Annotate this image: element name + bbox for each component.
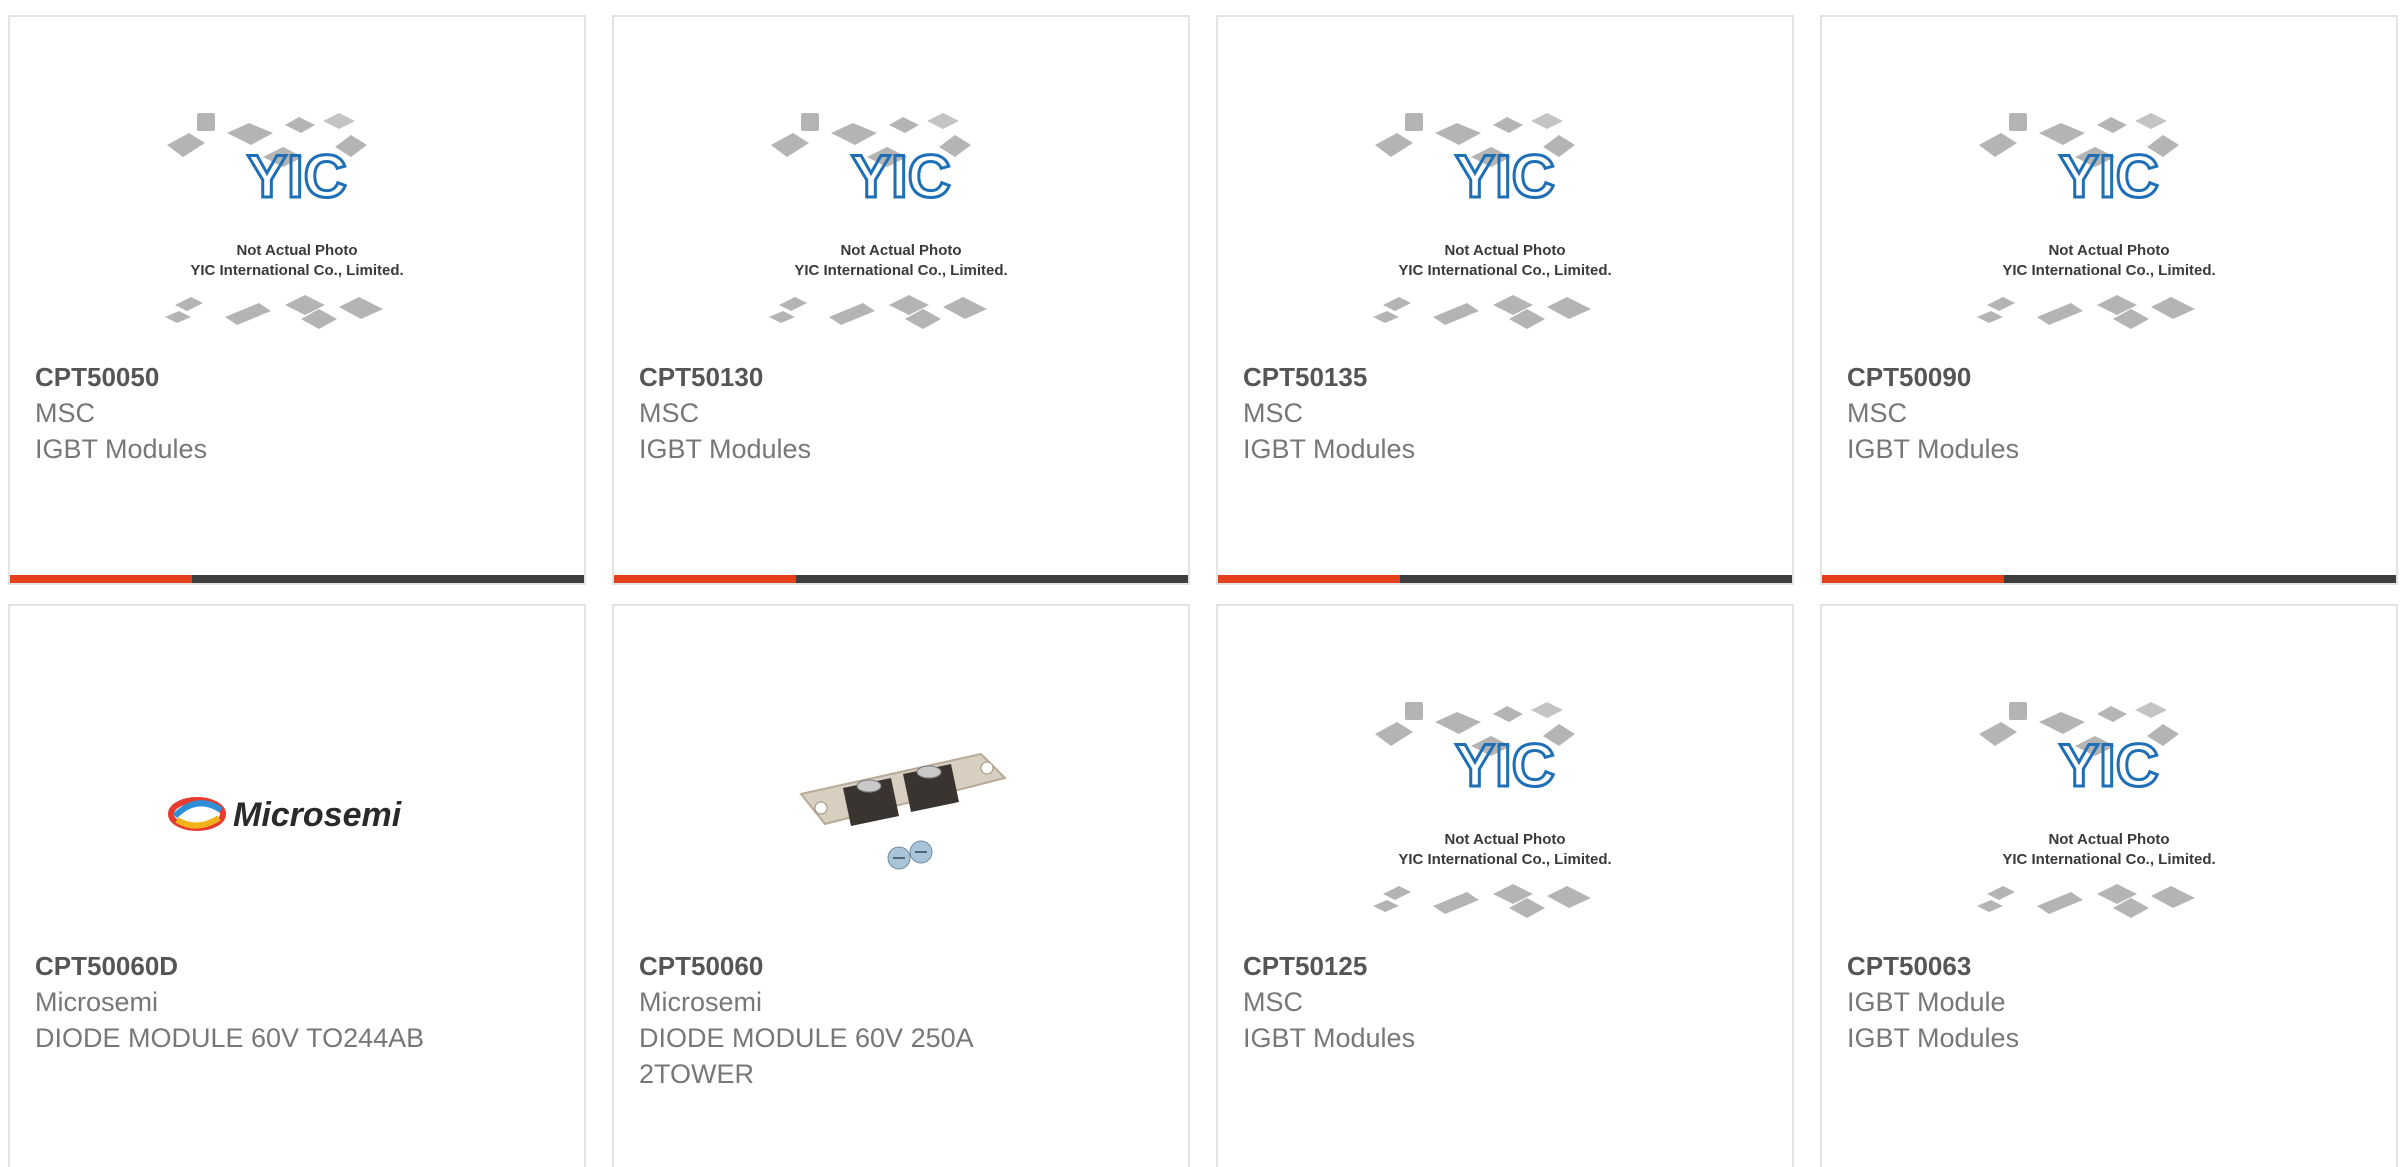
microsemi-logo: Microsemi <box>168 796 403 834</box>
placeholder-image: YIC Not Actual Photo YIC International C… <box>1373 112 1612 329</box>
part-number[interactable]: CPT50130 <box>639 359 1168 395</box>
product-image[interactable]: YIC Not Actual Photo YIC International C… <box>1822 87 2396 362</box>
yic-logo: YIC <box>1455 143 1555 210</box>
manufacturer: MSC <box>35 398 95 428</box>
manufacturer: MSC <box>639 398 699 428</box>
product-image[interactable]: YIC Not Actual Photo YIC International C… <box>1822 676 2396 951</box>
description: IGBT Modules <box>1243 434 1416 464</box>
yic-logo: YIC <box>1455 732 1555 799</box>
placeholder-caption-line2: YIC International Co., Limited. <box>2002 851 2215 868</box>
placeholder-caption-line1: Not Actual Photo <box>840 242 961 259</box>
description: DIODE MODULE 60V TO244AB <box>35 1023 425 1053</box>
placeholder-caption-line1: Not Actual Photo <box>1444 242 1565 259</box>
part-number[interactable]: CPT50125 <box>1243 948 1772 984</box>
product-card[interactable]: YIC Not Actual Photo YIC International C… <box>612 15 1190 585</box>
manufacturer: MSC <box>1243 987 1303 1017</box>
placeholder-caption-line1: Not Actual Photo <box>2048 242 2169 259</box>
product-info: CPT50060D Microsemi DIODE MODULE 60V TO2… <box>35 948 564 1056</box>
placeholder-caption-line2: YIC International Co., Limited. <box>794 262 1007 279</box>
product-info: CPT50090 MSC IGBT Modules <box>1847 359 2376 467</box>
card-bottom-bar <box>1218 575 1792 583</box>
diode-module-photo <box>799 752 1007 869</box>
product-image[interactable]: Microsemi <box>10 676 584 951</box>
description: DIODE MODULE 60V 250A 2TOWER <box>639 1023 973 1089</box>
product-grid: YIC Not Actual Photo YIC International C… <box>0 0 2400 1167</box>
product-card[interactable]: YIC Not Actual Photo YIC International C… <box>1820 604 2398 1167</box>
product-card[interactable]: YIC Not Actual Photo YIC International C… <box>1216 604 1794 1167</box>
placeholder-caption-line2: YIC International Co., Limited. <box>2002 262 2215 279</box>
description: IGBT Modules <box>1847 1023 2020 1053</box>
yic-logo: YIC <box>247 143 347 210</box>
product-info: CPT50135 MSC IGBT Modules <box>1243 359 1772 467</box>
manufacturer: MSC <box>1847 398 1907 428</box>
placeholder-image: YIC Not Actual Photo YIC International C… <box>165 112 404 329</box>
part-number[interactable]: CPT50050 <box>35 359 564 395</box>
placeholder-image: YIC Not Actual Photo YIC International C… <box>1373 701 1612 918</box>
placeholder-caption-line2: YIC International Co., Limited. <box>1398 851 1611 868</box>
description: IGBT Modules <box>35 434 208 464</box>
yic-logo: YIC <box>851 143 951 210</box>
part-number[interactable]: CPT50060 <box>639 948 1168 984</box>
product-card[interactable]: YIC Not Actual Photo YIC International C… <box>8 15 586 585</box>
placeholder-image: YIC Not Actual Photo YIC International C… <box>769 112 1008 329</box>
card-accent-bar <box>10 575 192 583</box>
description: IGBT Modules <box>1847 434 2020 464</box>
placeholder-caption-line1: Not Actual Photo <box>1444 831 1565 848</box>
card-bottom-bar <box>10 575 584 583</box>
product-card[interactable]: YIC Not Actual Photo YIC International C… <box>1216 15 1794 585</box>
product-image[interactable]: YIC Not Actual Photo YIC International C… <box>1218 87 1792 362</box>
placeholder-caption-line2: YIC International Co., Limited. <box>190 262 403 279</box>
yic-logo: YIC <box>2059 732 2159 799</box>
manufacturer: IGBT Module <box>1847 987 2006 1017</box>
part-number[interactable]: CPT50135 <box>1243 359 1772 395</box>
part-number[interactable]: CPT50063 <box>1847 948 2376 984</box>
description: IGBT Modules <box>1243 1023 1416 1053</box>
product-info: CPT50060 Microsemi DIODE MODULE 60V 250A… <box>639 948 1168 1092</box>
manufacturer: Microsemi <box>639 987 763 1017</box>
card-accent-bar <box>614 575 796 583</box>
description: IGBT Modules <box>639 434 812 464</box>
manufacturer: Microsemi <box>35 987 159 1017</box>
product-info: CPT50050 MSC IGBT Modules <box>35 359 564 467</box>
part-number[interactable]: CPT50090 <box>1847 359 2376 395</box>
placeholder-image: YIC Not Actual Photo YIC International C… <box>1977 112 2216 329</box>
placeholder-caption-line2: YIC International Co., Limited. <box>1398 262 1611 279</box>
product-image[interactable]: YIC Not Actual Photo YIC International C… <box>1218 676 1792 951</box>
product-image[interactable]: YIC Not Actual Photo YIC International C… <box>10 87 584 362</box>
card-bottom-bar <box>1822 575 2396 583</box>
part-number[interactable]: CPT50060D <box>35 948 564 984</box>
placeholder-image: YIC Not Actual Photo YIC International C… <box>1977 701 2216 918</box>
card-accent-bar <box>1822 575 2004 583</box>
product-info: CPT50130 MSC IGBT Modules <box>639 359 1168 467</box>
product-card[interactable]: CPT50060 Microsemi DIODE MODULE 60V 250A… <box>612 604 1190 1167</box>
yic-logo: YIC <box>2059 143 2159 210</box>
product-info: CPT50125 MSC IGBT Modules <box>1243 948 1772 1056</box>
product-image[interactable]: YIC Not Actual Photo YIC International C… <box>614 87 1188 362</box>
placeholder-caption-line1: Not Actual Photo <box>2048 831 2169 848</box>
manufacturer: MSC <box>1243 398 1303 428</box>
microsemi-wordmark: Microsemi <box>233 796 403 834</box>
placeholder-caption-line1: Not Actual Photo <box>236 242 357 259</box>
product-card[interactable]: Microsemi CPT50060D Microsemi DIODE MODU… <box>8 604 586 1167</box>
card-bottom-bar <box>614 575 1188 583</box>
product-card[interactable]: YIC Not Actual Photo YIC International C… <box>1820 15 2398 585</box>
product-info: CPT50063 IGBT Module IGBT Modules <box>1847 948 2376 1056</box>
product-image[interactable] <box>614 676 1188 951</box>
card-accent-bar <box>1218 575 1400 583</box>
